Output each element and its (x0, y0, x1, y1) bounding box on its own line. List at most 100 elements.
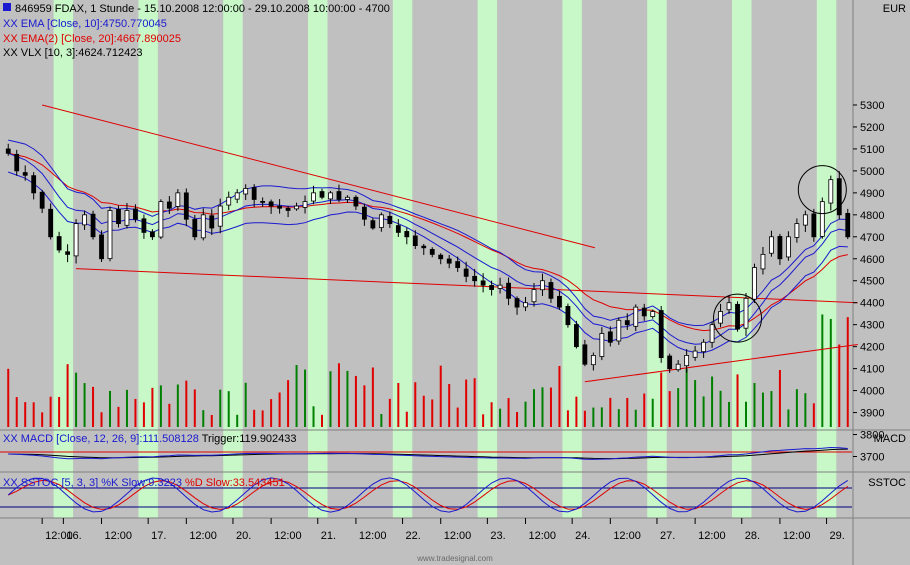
candle-body (455, 261, 461, 268)
volume-bar (660, 372, 663, 427)
candle-body (353, 196, 359, 207)
volume-bar (100, 412, 103, 427)
volume-bar (295, 365, 298, 427)
sstoc-legend-k: XX SSTOC [5, 3, 3] %K Slow:9.3223 (3, 477, 182, 489)
candle-body (675, 363, 681, 371)
time-tick-label: 21. (321, 530, 336, 542)
candle-body (277, 205, 283, 209)
candle-body (107, 210, 113, 259)
volume-bar (583, 410, 586, 427)
candle-body (429, 249, 435, 255)
volume-bar (312, 406, 315, 427)
volume-bar (626, 397, 629, 427)
volume-bar (304, 369, 307, 427)
volume-bar (41, 412, 44, 427)
volume-bar (278, 392, 281, 427)
time-tick-label: 12:00 (444, 530, 472, 542)
legend-vlx[interactable]: XX VLX [10, 3]:4624.712423 (3, 47, 142, 59)
square-bullet-icon (3, 3, 11, 11)
volume-bar (354, 375, 357, 427)
volume-bar (92, 386, 95, 427)
volume-bar (770, 391, 773, 427)
price-tick-label: 3700 (860, 452, 884, 464)
volume-bar (516, 412, 519, 427)
candle-body (523, 302, 528, 308)
candle-body (565, 306, 571, 326)
volume-bar (804, 393, 807, 427)
candle-body (404, 231, 410, 238)
candle-body (90, 213, 96, 238)
volume-bar (600, 407, 603, 427)
chart-canvas[interactable]: 3700380039004000410042004300440045004600… (0, 0, 910, 565)
volume-bar (66, 364, 69, 427)
volume-bar (745, 401, 747, 427)
price-tick-label: 5300 (860, 100, 884, 112)
candle-body (760, 253, 766, 270)
candle-body (336, 191, 342, 200)
candle-body (684, 355, 690, 367)
volume-bar (490, 402, 493, 427)
candle-body (116, 208, 121, 225)
candle-body (133, 208, 138, 220)
legend-ema20[interactable]: XX EMA(2) [Close, 20]:4667.890025 (3, 33, 181, 45)
price-tick-label: 5200 (860, 122, 884, 134)
volume-bar (363, 385, 366, 427)
volume-bar (592, 407, 595, 427)
candle-body (590, 355, 596, 366)
candle-body (31, 175, 37, 194)
candle-body (438, 254, 444, 260)
candle-body (845, 212, 851, 238)
candle-body (582, 344, 588, 365)
volume-bar (168, 403, 171, 427)
legend-ema10[interactable]: XX EMA [Close, 10]:4750.770045 (3, 18, 167, 30)
price-tick-label: 4800 (860, 210, 884, 222)
candle-body (370, 220, 376, 229)
volume-bar (371, 367, 374, 427)
volume-bar (422, 395, 425, 427)
candle-body (175, 192, 181, 207)
candle-body (709, 324, 715, 343)
candle-body (667, 355, 673, 370)
time-tick-label: 23. (490, 530, 505, 542)
candle-body (743, 297, 749, 329)
candle-body (514, 298, 520, 308)
candle-body (446, 258, 452, 264)
price-tick-label: 4300 (860, 320, 884, 332)
volume-bar (261, 410, 264, 427)
candle-body (268, 201, 274, 207)
time-tick-label: 17. (151, 530, 166, 542)
candle-body (217, 205, 223, 227)
volume-bar (617, 409, 620, 427)
candle-body (641, 307, 647, 317)
volume-bar (159, 385, 162, 427)
candle-body (794, 223, 800, 238)
session-band (308, 0, 328, 518)
volume-bar (32, 402, 35, 427)
volume-bar (728, 401, 731, 427)
volume-bar (702, 396, 705, 427)
session-band (562, 0, 582, 518)
volume-bar (236, 414, 239, 427)
macd-legend[interactable]: XX MACD [Close, 12, 26, 9]:111.508128 Tr… (3, 433, 297, 445)
candle-body (226, 196, 232, 206)
volume-bar (711, 376, 714, 427)
candle-body (5, 148, 11, 154)
candle-body (735, 303, 740, 330)
sstoc-legend[interactable]: XX SSTOC [5, 3, 3] %K Slow:9.3223 %D Slo… (3, 477, 285, 489)
candle-body (149, 231, 155, 238)
candle-body (769, 236, 774, 254)
volume-bar (541, 387, 544, 427)
candle-body (302, 201, 308, 208)
volume-bar (405, 411, 408, 427)
price-tick-label: 4000 (860, 386, 884, 398)
volume-bar (499, 408, 502, 427)
volume-bar (329, 371, 332, 427)
macd-tag: MACD (874, 433, 906, 445)
volume-bar (109, 390, 111, 427)
volume-bar (634, 409, 637, 427)
candle-body (701, 341, 706, 353)
candle-body (480, 280, 486, 286)
candle-body (836, 178, 842, 216)
sstoc-tag: SSTOC (868, 477, 906, 489)
candle-body (412, 235, 418, 246)
